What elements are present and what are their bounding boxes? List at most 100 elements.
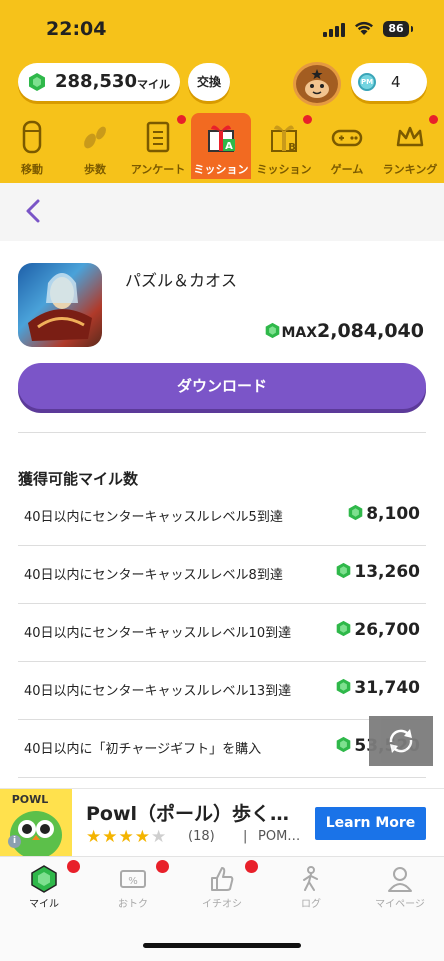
tab-label: ゲーム (330, 163, 364, 176)
nav-log[interactable]: ログ (267, 857, 355, 917)
miles-unit: マイル (137, 78, 170, 91)
gift-a-icon: A (208, 125, 235, 152)
footprints-icon (84, 126, 106, 149)
tab-mission-b[interactable]: B ミッション (254, 113, 314, 179)
nav-label: おトク (118, 899, 148, 910)
crown-icon (396, 126, 424, 147)
ad-banner[interactable]: POWL i Powl（ポール）歩く… ★★★★★ (18) | POM… Le… (0, 788, 444, 857)
divider (18, 432, 426, 433)
battery-icon: 86 (383, 21, 413, 37)
status-bar: 22:04 86 (0, 0, 444, 58)
reward-miles-value: 8,100 (366, 504, 420, 524)
person-icon (388, 867, 412, 892)
tab-label: ミッション (193, 163, 249, 176)
reward-row: 40日以内にセンターキャッスルレベル13到達 31,740 (18, 662, 426, 720)
tab-ranking[interactable]: ランキング (380, 113, 440, 179)
tab-survey[interactable]: アンケート (128, 113, 188, 179)
exchange-button[interactable]: 交換 (188, 63, 230, 101)
walking-person-icon (303, 866, 318, 891)
gem-icon (29, 73, 45, 91)
notification-dot (177, 115, 186, 124)
capsule-icon (22, 120, 42, 154)
tab-label: 歩数 (84, 163, 106, 176)
nav-label: マイページ (375, 899, 425, 910)
reward-desc: 40日以内に「初チャージギフト」を購入 (24, 742, 262, 757)
reward-miles: 31,740 (335, 678, 420, 698)
nav-deals[interactable]: % おトク (89, 857, 177, 917)
reward-miles: 13,260 (335, 562, 420, 582)
reward-miles: 8,100 (347, 504, 420, 524)
nav-bar (0, 183, 444, 241)
app-name: パズル＆カオス (125, 271, 238, 290)
svg-text:%: % (128, 876, 138, 887)
reward-desc: 40日以内にセンターキャッスルレベル10到達 (24, 626, 292, 641)
coin-value: 4 (391, 73, 401, 91)
reward-miles: 26,700 (335, 620, 420, 640)
back-chevron-icon[interactable] (24, 197, 42, 225)
ad-info-icon[interactable]: i (8, 835, 21, 848)
notification-dot (245, 860, 258, 873)
avatar[interactable] (293, 62, 341, 106)
ad-brand: POWL (12, 793, 49, 806)
tab-mission-a[interactable]: A ミッション (191, 113, 251, 179)
max-miles: MAX2,084,040 (264, 320, 424, 342)
gift-b-icon: B (271, 125, 297, 153)
star-rating: ★★★★★ (86, 827, 167, 847)
tab-label: 移動 (21, 163, 43, 176)
gem-icon (31, 865, 57, 893)
nav-label: マイル (29, 899, 59, 910)
app-header: 22:04 86 288,530 マイル 交換 PM 4 移動 歩数 アンケート… (0, 0, 444, 183)
max-value: 2,084,040 (317, 320, 424, 342)
ad-separator: | (243, 829, 248, 844)
gem-icon (348, 504, 363, 521)
reward-desc: 40日以内にセンターキャッスルレベル13到達 (24, 684, 292, 699)
nav-recommend[interactable]: イチオシ (178, 857, 266, 917)
tab-label: ランキング (382, 163, 438, 176)
notification-dot (67, 860, 80, 873)
reward-miles-value: 13,260 (354, 562, 420, 582)
status-time: 22:04 (46, 18, 107, 40)
gem-icon (337, 736, 351, 753)
reward-miles-value: 26,700 (354, 620, 420, 640)
star-empty: ★ (150, 827, 168, 847)
svg-text:A: A (225, 141, 233, 152)
app-thumbnail (18, 263, 102, 347)
tab-game[interactable]: ゲーム (317, 113, 377, 179)
coin-icon: PM (358, 73, 376, 91)
gem-icon (337, 562, 351, 579)
reward-row: 40日以内にセンターキャッスルレベル8到達 13,260 (18, 546, 426, 604)
miles-balance[interactable]: 288,530 マイル (18, 63, 180, 101)
tab-move[interactable]: 移動 (2, 113, 62, 179)
section-title: 獲得可能マイル数 (18, 470, 139, 488)
tab-steps[interactable]: 歩数 (65, 113, 125, 179)
notification-dot (303, 115, 312, 124)
download-button[interactable]: ダウンロード (18, 363, 426, 409)
nav-mypage[interactable]: マイページ (356, 857, 444, 917)
reward-desc: 40日以内にセンターキャッスルレベル8到達 (24, 568, 283, 583)
notification-dot (156, 860, 169, 873)
monkey-face-icon (305, 69, 329, 98)
nav-miles[interactable]: マイル (0, 857, 88, 917)
nav-label: ログ (301, 899, 321, 910)
reward-row: 40日以内にセンターキャッスルレベル5到達 8,100 (18, 488, 426, 546)
refresh-icon (389, 729, 413, 753)
tab-label: アンケート (130, 163, 186, 176)
reward-desc: 40日以内にセンターキャッスルレベル5到達 (24, 510, 283, 525)
reward-row: 40日以内に「初チャージギフト」を購入 53,520 (18, 720, 426, 778)
max-label: MAX (281, 325, 318, 341)
stars-filled: ★★★★ (86, 827, 151, 847)
gem-icon (337, 620, 351, 637)
wifi-icon (355, 21, 373, 35)
category-tabs: 移動 歩数 アンケート A ミッション B ミッション ゲーム ランキング (0, 113, 444, 183)
rating-count: (18) (188, 829, 215, 844)
gem-icon (266, 322, 280, 339)
coin-balance[interactable]: PM 4 (351, 63, 427, 101)
refresh-button[interactable] (369, 716, 433, 766)
home-indicator[interactable] (143, 943, 301, 948)
learn-more-button[interactable]: Learn More (315, 807, 426, 840)
ad-title: Powl（ポール）歩く… (86, 803, 290, 825)
reward-miles-value: 31,740 (354, 678, 420, 698)
ad-publisher: POM… (258, 829, 301, 844)
tab-label: ミッション (256, 163, 312, 176)
thumbs-up-icon (211, 867, 234, 891)
